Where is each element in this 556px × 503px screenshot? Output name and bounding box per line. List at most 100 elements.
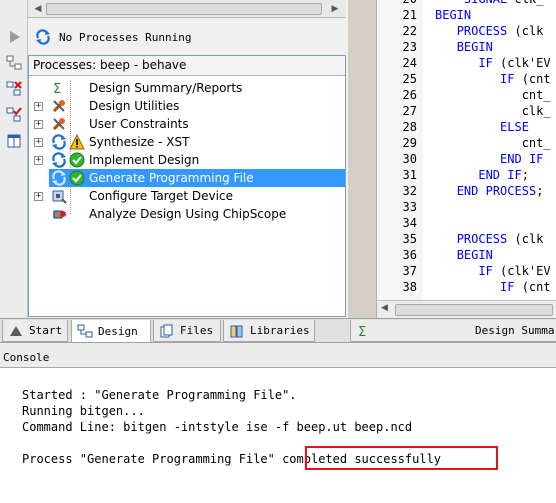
tree-item-label: Configure Target Device bbox=[89, 189, 233, 203]
panel-splitter[interactable] bbox=[348, 0, 376, 318]
tab-design-summary[interactable]: Σ Design Summa bbox=[350, 320, 556, 342]
code-line: 36 BEGIN bbox=[377, 247, 556, 263]
tools-icon bbox=[51, 116, 67, 132]
tab-label: Libraries bbox=[250, 324, 310, 337]
tree-item-generate-programming-file[interactable]: Generate Programming File bbox=[49, 169, 345, 187]
line-number: 31 bbox=[402, 168, 417, 182]
expand-icon[interactable]: + bbox=[34, 155, 43, 165]
check-icon bbox=[69, 170, 85, 186]
code-line: 25 IF (cnt bbox=[377, 71, 556, 87]
processes-panel: ◀ ▶ No Processes Running Processes: beep… bbox=[0, 0, 348, 318]
expand-icon[interactable]: + bbox=[34, 101, 43, 111]
tab-design[interactable]: Design bbox=[71, 320, 151, 343]
tree-item-label: Generate Programming File bbox=[89, 171, 254, 185]
code-line: 26 cnt_ bbox=[377, 87, 556, 103]
device-icon bbox=[51, 188, 67, 204]
tree-item-user-constraints[interactable]: + User Constraints bbox=[29, 115, 345, 133]
code-text: END IF; bbox=[478, 168, 529, 182]
scroll-left-arrow-icon[interactable]: ◀ bbox=[381, 303, 388, 313]
code-text: PROCESS (clk bbox=[456, 232, 544, 246]
tab-label: Start bbox=[29, 324, 63, 337]
expand-icon[interactable]: + bbox=[34, 137, 43, 147]
check-icon bbox=[69, 152, 85, 168]
panel-button[interactable] bbox=[3, 130, 25, 152]
code-text: PROCESS (clk bbox=[456, 24, 544, 38]
console-header: Console bbox=[0, 342, 556, 368]
line-number: 23 bbox=[402, 40, 417, 54]
line-number: 36 bbox=[402, 248, 417, 262]
editor-horizontal-scrollbar[interactable]: ◀ bbox=[377, 300, 556, 318]
processes-horizontal-scrollbar[interactable]: ◀ ▶ bbox=[28, 0, 346, 18]
line-number: 34 bbox=[402, 216, 417, 230]
chipscope-icon bbox=[51, 206, 67, 222]
code-text: IF (cnt bbox=[500, 280, 551, 294]
check-button[interactable] bbox=[3, 104, 25, 126]
tab-label: Design Summa bbox=[475, 324, 555, 337]
tree-item-design-utilities[interactable]: + Design Utilities bbox=[29, 97, 345, 115]
tree-item-label: Implement Design bbox=[89, 153, 200, 167]
warning-icon bbox=[69, 134, 85, 150]
scroll-left-arrow-icon[interactable]: ◀ bbox=[31, 2, 45, 16]
console-line: Command Line: bitgen -intstyle ise -f be… bbox=[22, 420, 413, 434]
run-button[interactable] bbox=[3, 26, 25, 48]
line-number: 20 bbox=[377, 0, 417, 7]
console-title: Console bbox=[3, 351, 50, 364]
processes-header: Processes: beep - behave bbox=[29, 56, 345, 76]
code-line: 35 PROCESS (clk bbox=[377, 231, 556, 247]
tree-item-implement-design[interactable]: + Implement Design bbox=[29, 151, 345, 169]
expand-icon[interactable]: + bbox=[34, 191, 43, 201]
processes-tree-box: Processes: beep - behave Σ Design Summar… bbox=[28, 55, 346, 317]
code-editor[interactable]: 20 SIGNAL clk_21BEGIN22 PROCESS (clk23 B… bbox=[376, 0, 556, 318]
tree-item-label: Design Summary/Reports bbox=[89, 81, 243, 95]
code-line: 27 clk_ bbox=[377, 103, 556, 119]
process-status-text: No Processes Running bbox=[59, 30, 192, 44]
code-line: 20 SIGNAL clk_ bbox=[377, 0, 556, 7]
scrollbar-thumb[interactable] bbox=[46, 3, 322, 15]
code-text: BEGIN bbox=[435, 8, 472, 22]
console-line: Running bitgen... bbox=[22, 404, 145, 418]
clean-button[interactable] bbox=[3, 78, 25, 100]
tools-icon bbox=[51, 98, 67, 114]
scrollbar-thumb[interactable] bbox=[395, 304, 553, 316]
files-icon bbox=[159, 324, 175, 338]
start-icon bbox=[8, 324, 24, 338]
tab-libraries[interactable]: Libraries bbox=[223, 320, 315, 342]
sigma-icon: Σ bbox=[356, 324, 372, 338]
process-status-row: No Processes Running bbox=[28, 24, 346, 50]
tree-item-label: Synthesize - XST bbox=[89, 135, 190, 149]
line-number: 21 bbox=[402, 8, 417, 22]
tree-item-analyze-chipscope[interactable]: Analyze Design Using ChipScope bbox=[29, 205, 345, 223]
code-text: SIGNAL clk_ bbox=[435, 0, 543, 7]
code-line: 38 IF (cnt bbox=[377, 279, 556, 295]
process-toolstrip bbox=[0, 0, 28, 318]
expand-icon[interactable]: + bbox=[34, 119, 43, 129]
tab-label: Design bbox=[98, 324, 138, 338]
tree-item-label: Analyze Design Using ChipScope bbox=[89, 207, 287, 221]
line-number: 22 bbox=[402, 24, 417, 38]
scroll-right-arrow-icon[interactable]: ▶ bbox=[328, 2, 342, 16]
tree-item-design-summary[interactable]: Σ Design Summary/Reports bbox=[29, 79, 345, 97]
line-number: 33 bbox=[402, 200, 417, 214]
refresh-icon bbox=[51, 152, 67, 168]
hierarchy-button[interactable] bbox=[3, 52, 25, 74]
line-number: 27 bbox=[402, 104, 417, 118]
tab-start[interactable]: Start bbox=[2, 320, 68, 342]
code-text: clk_ bbox=[435, 104, 551, 118]
libraries-icon bbox=[229, 324, 245, 338]
tab-files[interactable]: Files bbox=[153, 320, 221, 342]
code-text: cnt_ bbox=[435, 88, 551, 102]
line-number: 37 bbox=[402, 264, 417, 278]
tree-item-synthesize[interactable]: + Synthesize - XST bbox=[29, 133, 345, 151]
refresh-icon[interactable] bbox=[33, 29, 53, 45]
tree-item-configure-target-device[interactable]: + Configure Target Device bbox=[29, 187, 345, 205]
code-text: BEGIN bbox=[456, 40, 493, 54]
tab-label: Files bbox=[180, 324, 214, 337]
code-text: BEGIN bbox=[456, 248, 493, 262]
code-text: IF (clk'EV bbox=[478, 56, 551, 70]
checklist-icon bbox=[6, 107, 22, 122]
code-line: 24 IF (clk'EV bbox=[377, 55, 556, 71]
code-text: cnt_ bbox=[435, 136, 551, 150]
code-line: 34 bbox=[377, 215, 556, 231]
line-number: 29 bbox=[402, 136, 417, 150]
code-line: 32 END PROCESS; bbox=[377, 183, 556, 199]
